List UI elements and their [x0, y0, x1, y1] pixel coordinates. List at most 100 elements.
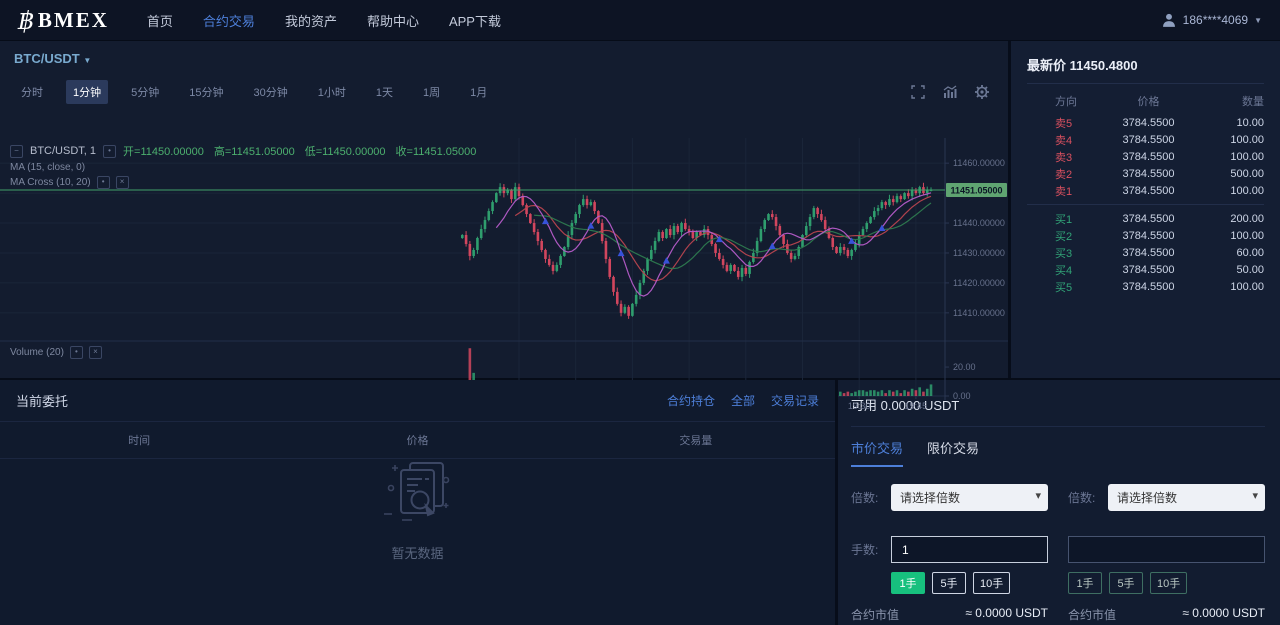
user-icon — [1161, 12, 1177, 28]
ohlc-value: 高=11451.05000 — [214, 143, 295, 159]
contract-value-label: 合约市值 — [1068, 606, 1116, 623]
candlestick-chart[interactable]: 11451.0500011460.0000011440.0000011430.0… — [0, 138, 1005, 378]
chevron-down-icon: ▼ — [1254, 16, 1262, 25]
timeframe-button[interactable]: 1天 — [369, 80, 400, 104]
lots-label: 手数: — [851, 541, 891, 558]
timeframe-button[interactable]: 30分钟 — [247, 80, 295, 104]
timeframe-button[interactable]: 5分钟 — [124, 80, 166, 104]
lot-quick-button[interactable]: 1手 — [891, 572, 925, 594]
trade-tab[interactable]: 限价交易 — [927, 438, 979, 467]
orderbook-row[interactable]: 买43784.550050.00 — [1027, 261, 1264, 278]
nav-item[interactable]: 我的资产 — [285, 11, 337, 30]
latest-price-value: 11450.4800 — [1070, 58, 1138, 73]
volume-legend: Volume (20) • × — [10, 346, 102, 359]
orderbook-qty: 100.00 — [1198, 151, 1264, 163]
timeframe-button[interactable]: 分时 — [14, 80, 50, 104]
nav-item[interactable]: APP下载 — [449, 11, 501, 30]
lot-quick-button[interactable]: 10手 — [973, 572, 1010, 594]
timeframe-button[interactable]: 1分钟 — [66, 80, 108, 104]
brand-logo[interactable]: ฿ BMEX — [18, 8, 109, 33]
bid-side-label: 买1 — [1027, 211, 1099, 227]
trade-columns: 倍数: 请选择倍数 手数: 1手 5手 10手 合约市值 ≈ 0.0000 USDT — [851, 484, 1265, 623]
orders-column-header: 时间 — [0, 432, 278, 448]
orderbook-row[interactable]: 卖43784.5500100.00 — [1027, 131, 1264, 148]
contract-value-row: 合约市值 ≈ 0.0000 USDT — [1068, 606, 1265, 623]
top-nav: ฿ BMEX 首页 合约交易 我的资产 帮助中心 APP下载 186****4069 ▼ — [0, 0, 1280, 40]
orders-link[interactable]: 合约持仓 — [667, 392, 715, 409]
ma-cross-settings-icon[interactable]: • — [97, 176, 110, 189]
orders-link[interactable]: 全部 — [731, 392, 755, 409]
svg-text:11440.00000: 11440.00000 — [953, 218, 1005, 228]
leverage-label: 倍数: — [1068, 489, 1108, 506]
orderbook-row[interactable]: 卖13784.5500100.00 — [1027, 182, 1264, 199]
lot-quick-button[interactable]: 5手 — [932, 572, 966, 594]
volume-close-icon[interactable]: × — [89, 346, 102, 359]
user-menu[interactable]: 186****4069 ▼ — [1161, 12, 1262, 28]
symbol-caret-icon: ▼ — [83, 56, 91, 65]
indicator-icon[interactable] — [942, 84, 958, 100]
chart-panel: BTC/USDT ▼ 分时 1分钟 5分钟 15分钟 30分钟 1小时 1天 1周 1月 — [0, 41, 1011, 378]
lot-quick-buttons: 1手 5手 10手 — [891, 572, 1048, 594]
timeframe-button[interactable]: 1小时 — [311, 80, 353, 104]
fullscreen-icon[interactable] — [910, 84, 926, 100]
orderbook-row[interactable]: 卖53784.550010.00 — [1027, 114, 1264, 131]
svg-text:11430.00000: 11430.00000 — [953, 248, 1005, 258]
ma-cross-legend: MA Cross (10, 20) — [10, 177, 91, 188]
lot-quick-button[interactable]: 1手 — [1068, 572, 1102, 594]
leverage-select[interactable]: 请选择倍数 — [891, 484, 1048, 511]
bid-side-label: 买2 — [1027, 228, 1099, 244]
volume-settings-icon[interactable]: • — [70, 346, 83, 359]
nav-item[interactable]: 帮助中心 — [367, 11, 419, 30]
svg-text:20.00: 20.00 — [953, 362, 976, 372]
orderbook-header-cell: 方向 — [1027, 93, 1099, 109]
orderbook-row[interactable]: 买53784.5500100.00 — [1027, 278, 1264, 295]
lot-quick-button[interactable]: 5手 — [1109, 572, 1143, 594]
symbol-label: BTC/USDT — [14, 51, 80, 66]
orderbook-row[interactable]: 卖33784.5500100.00 — [1027, 148, 1264, 165]
svg-text:11460.00000: 11460.00000 — [953, 158, 1005, 168]
orderbook-row[interactable]: 买23784.5500100.00 — [1027, 227, 1264, 244]
orderbook-price: 3784.5500 — [1099, 134, 1198, 146]
orderbook-qty: 100.00 — [1198, 134, 1264, 146]
orderbook-price: 3784.5500 — [1099, 281, 1198, 293]
latest-price-label: 最新价 — [1027, 58, 1066, 73]
orderbook-panel: 最新价 11450.4800 方向价格数量 卖53784.550010.00卖4… — [1011, 41, 1280, 378]
trade-column-short: 倍数: 请选择倍数 1手 5手 10手 合约市值 ≈ 0.0000 USDT — [1068, 484, 1265, 623]
nav-item[interactable]: 首页 — [147, 11, 173, 30]
lot-quick-button[interactable]: 10手 — [1150, 572, 1187, 594]
timeframe-button[interactable]: 1月 — [463, 80, 494, 104]
bid-side-label: 买4 — [1027, 262, 1099, 278]
timeframe-button[interactable]: 1周 — [416, 80, 447, 104]
leverage-select-wrap: 请选择倍数 — [1108, 484, 1265, 511]
orderbook-header-cell: 数量 — [1198, 93, 1264, 109]
timeframe-button[interactable]: 15分钟 — [182, 80, 230, 104]
contract-value-label: 合约市值 — [851, 606, 899, 623]
ma-cross-close-icon[interactable]: × — [116, 176, 129, 189]
symbol-selector[interactable]: BTC/USDT ▼ — [14, 51, 91, 66]
nav-item[interactable]: 合约交易 — [203, 11, 255, 30]
ohlc-value: 收=11451.05000 — [396, 143, 477, 159]
collapse-legend-icon[interactable]: − — [10, 145, 23, 158]
ohlc-value: 开=11450.00000 — [123, 143, 204, 159]
orderbook-row[interactable]: 卖23784.5500500.00 — [1027, 165, 1264, 182]
trade-tab[interactable]: 市价交易 — [851, 438, 903, 467]
volume-legend-label: Volume (20) — [10, 347, 64, 358]
lots-input[interactable] — [891, 536, 1048, 563]
timeframe-bar: 分时 1分钟 5分钟 15分钟 30分钟 1小时 1天 1周 1月 — [0, 77, 1008, 107]
contract-value-amount: ≈ 0.0000 USDT — [965, 606, 1048, 623]
orderbook-qty: 50.00 — [1198, 264, 1264, 276]
orders-link[interactable]: 交易记录 — [771, 392, 819, 409]
bottom-row: 当前委托 合约持仓全部交易记录 时间价格交易量 — [0, 378, 1280, 625]
svg-text:11420.00000: 11420.00000 — [953, 278, 1005, 288]
orderbook-row[interactable]: 买13784.5500200.00 — [1027, 210, 1264, 227]
leverage-select[interactable]: 请选择倍数 — [1108, 484, 1265, 511]
ask-side-label: 卖3 — [1027, 149, 1099, 165]
settings-gear-icon[interactable] — [974, 84, 990, 100]
ohlc-values: 开=11450.00000高=11451.05000低=11450.00000收… — [123, 143, 476, 159]
svg-text:11410.00000: 11410.00000 — [953, 308, 1005, 318]
orderbook-qty: 10.00 — [1198, 117, 1264, 129]
orderbook-row[interactable]: 买33784.550060.00 — [1027, 244, 1264, 261]
legend-settings-icon[interactable]: • — [103, 145, 116, 158]
lots-input[interactable] — [1068, 536, 1265, 563]
ask-side-label: 卖1 — [1027, 183, 1099, 199]
